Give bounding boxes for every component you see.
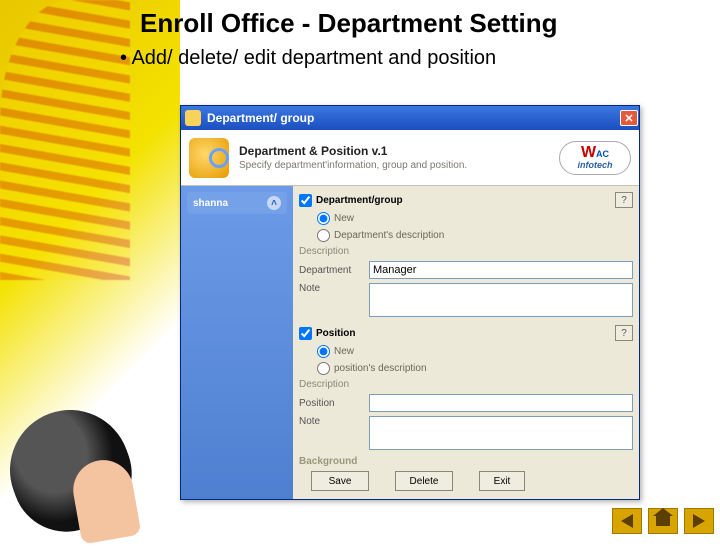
pos-radio-desc-label: position's description bbox=[334, 363, 427, 374]
dept-note-field[interactable] bbox=[369, 283, 633, 317]
window-title: Department/ group bbox=[207, 111, 620, 125]
logo-ac: AC bbox=[596, 149, 609, 159]
pos-radio-new-label: New bbox=[334, 346, 354, 357]
slide-bullet: Add/ delete/ edit department and positio… bbox=[120, 47, 710, 70]
delete-button[interactable]: Delete bbox=[395, 471, 453, 491]
pos-note-label: Note bbox=[299, 416, 369, 427]
dept-note-label: Note bbox=[299, 283, 369, 294]
main-panel: Department/group ? New Department's desc… bbox=[293, 186, 639, 499]
pos-field[interactable] bbox=[369, 394, 633, 412]
dept-help-button[interactable]: ? bbox=[615, 192, 633, 208]
arrow-right-icon bbox=[693, 514, 705, 528]
banner-gear-icon bbox=[189, 138, 229, 178]
sidebar-group-label: shanna bbox=[193, 198, 228, 209]
nav-prev-button[interactable] bbox=[612, 508, 642, 534]
slide-title: Enroll Office - Department Setting bbox=[140, 8, 710, 39]
dept-radio-desc-label: Department's description bbox=[334, 230, 444, 241]
banner: Department & Position v.1 Specify depart… bbox=[181, 130, 639, 186]
dept-radio-new-label: New bbox=[334, 213, 354, 224]
dept-section-label: Department/group bbox=[316, 195, 611, 206]
brand-logo: WAC infotech bbox=[559, 141, 631, 175]
banner-title: Department & Position v.1 bbox=[239, 144, 559, 158]
pos-note-field[interactable] bbox=[369, 416, 633, 450]
pos-radio-new[interactable] bbox=[317, 345, 330, 358]
pos-field-label: Position bbox=[299, 398, 369, 409]
save-button[interactable]: Save bbox=[311, 471, 369, 491]
sidebar-group: shanna ˄ bbox=[187, 192, 287, 214]
pos-radio-desc[interactable] bbox=[317, 362, 330, 375]
window-icon bbox=[185, 110, 201, 126]
pos-section-checkbox[interactable] bbox=[299, 327, 312, 340]
exit-button[interactable]: Exit bbox=[479, 471, 525, 491]
dept-field-label: Department bbox=[299, 265, 369, 276]
chevron-up-icon[interactable]: ˄ bbox=[267, 196, 281, 210]
slide-decor-band bbox=[0, 0, 180, 540]
background-section-label: Background bbox=[299, 456, 633, 467]
dept-section-checkbox[interactable] bbox=[299, 194, 312, 207]
dept-field[interactable] bbox=[369, 261, 633, 279]
close-icon: ✕ bbox=[624, 112, 633, 125]
titlebar[interactable]: Department/ group ✕ bbox=[181, 106, 639, 130]
pos-section-label: Position bbox=[316, 328, 611, 339]
pos-help-button[interactable]: ? bbox=[615, 325, 633, 341]
nav-next-button[interactable] bbox=[684, 508, 714, 534]
close-button[interactable]: ✕ bbox=[620, 110, 638, 126]
sidebar: shanna ˄ bbox=[181, 186, 293, 499]
logo-w: W bbox=[581, 144, 596, 161]
dept-radio-desc[interactable] bbox=[317, 229, 330, 242]
arrow-left-icon bbox=[621, 514, 633, 528]
department-dialog: Department/ group ✕ Department & Positio… bbox=[180, 105, 640, 500]
dept-radio-new[interactable] bbox=[317, 212, 330, 225]
home-icon bbox=[656, 516, 670, 526]
slide-nav bbox=[612, 508, 714, 534]
nav-home-button[interactable] bbox=[648, 508, 678, 534]
dept-description-label: Description bbox=[299, 246, 633, 257]
pos-description-label: Description bbox=[299, 379, 633, 390]
logo-sub: infotech bbox=[578, 160, 613, 170]
banner-subtitle: Specify department'information, group an… bbox=[239, 160, 559, 172]
